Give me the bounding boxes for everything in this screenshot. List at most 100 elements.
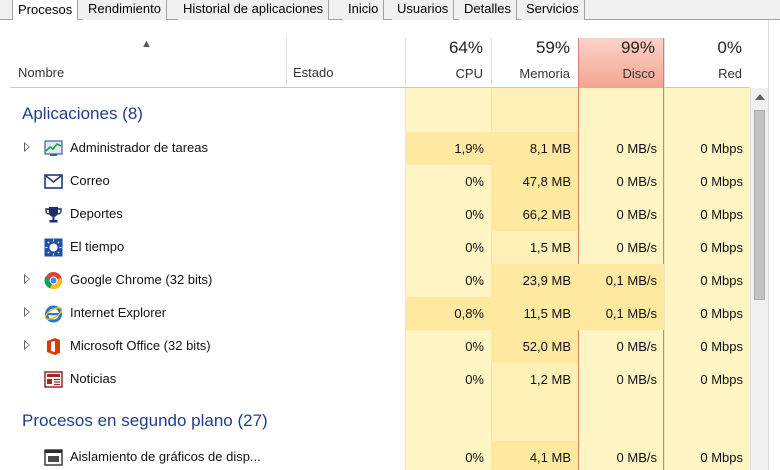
- cpu-column-label: CPU: [455, 66, 483, 81]
- process-name: Google Chrome (32 bits): [70, 272, 213, 287]
- column-header-disk[interactable]: 99% Disco: [578, 38, 664, 88]
- process-name: Deportes: [70, 206, 123, 221]
- cpu-value: 0%: [465, 273, 484, 288]
- tab-procesos[interactable]: Procesos: [12, 0, 79, 20]
- table-row[interactable]: Administrador de tareas 1,9% 8,1 MB 0 MB…: [10, 132, 750, 165]
- cpu-value: 1,9%: [405, 132, 491, 165]
- process-list: Aplicaciones (8) Administrador de tareas…: [10, 88, 750, 470]
- scrollbar-thumb[interactable]: [754, 110, 765, 300]
- status-column-label: Estado: [293, 65, 334, 80]
- network-value: 0 Mbps: [700, 141, 743, 156]
- table-row[interactable]: Correo 0% 47,8 MB 0 MB/s 0 Mbps: [10, 165, 750, 198]
- cpu-total-percent: 64%: [448, 38, 483, 57]
- column-header-status[interactable]: Estado: [287, 20, 405, 88]
- group-title: Procesos en segundo plano (27): [22, 411, 268, 430]
- memory-value: 66,2 MB: [491, 198, 578, 231]
- table-row[interactable]: Aislamiento de gráficos de disp... 0% 4,…: [10, 441, 750, 470]
- table-row[interactable]: El tiempo 0% 1,5 MB 0 MB/s 0 Mbps: [10, 231, 750, 264]
- cpu-value: 0%: [465, 450, 484, 465]
- tab-bar: Procesos Rendimiento Historial de aplica…: [0, 0, 780, 20]
- process-name: El tiempo: [70, 239, 125, 254]
- network-column-label: Red: [718, 66, 742, 81]
- scroll-up-arrow-icon[interactable]: [755, 94, 765, 100]
- memory-value: 1,5 MB: [529, 240, 571, 255]
- tab-historial-de-aplicaciones[interactable]: Historial de aplicaciones: [178, 0, 330, 20]
- tab-rendimiento[interactable]: Rendimiento: [83, 0, 167, 20]
- news-icon: [44, 371, 63, 388]
- memory-value: 8,1 MB: [491, 132, 578, 165]
- network-value: 0 Mbps: [700, 273, 743, 288]
- expand-arrow-icon[interactable]: [24, 340, 30, 350]
- process-name: Internet Explorer: [70, 305, 167, 320]
- network-value: 0 Mbps: [700, 339, 743, 354]
- group-header-background[interactable]: Procesos en segundo plano (27): [10, 406, 750, 438]
- process-name: Aislamiento de gráficos de disp...: [70, 449, 261, 464]
- memory-value: 1,2 MB: [529, 372, 571, 387]
- cpu-value: 0%: [465, 240, 484, 255]
- disk-column-label: Disco: [622, 66, 655, 81]
- expand-arrow-icon[interactable]: [24, 274, 30, 284]
- disk-value: 0,1 MB/s: [578, 297, 664, 330]
- group-header-apps[interactable]: Aplicaciones (8): [10, 99, 750, 129]
- expand-arrow-icon[interactable]: [24, 307, 30, 317]
- office-icon: [47, 338, 60, 355]
- internet-explorer-icon: [44, 305, 63, 323]
- tab-detalles[interactable]: Detalles: [459, 0, 517, 20]
- chrome-icon: [44, 272, 63, 290]
- trophy-icon: [45, 207, 62, 223]
- cpu-value: 0%: [465, 207, 484, 222]
- column-header-cpu[interactable]: 64% CPU: [406, 20, 491, 88]
- memory-value: 23,9 MB: [491, 264, 578, 297]
- disk-value: 0 MB/s: [616, 450, 657, 465]
- tab-servicios[interactable]: Servicios: [521, 0, 585, 20]
- column-header-name[interactable]: ▲ Nombre: [10, 20, 286, 88]
- window-edge: [768, 20, 780, 470]
- disk-value: 0 MB/s: [616, 207, 657, 222]
- process-name: Noticias: [70, 371, 117, 386]
- tab-usuarios[interactable]: Usuarios: [392, 0, 455, 20]
- disk-value: 0 MB/s: [616, 240, 657, 255]
- memory-column-label: Memoria: [519, 66, 570, 81]
- memory-value: 52,0 MB: [491, 330, 578, 363]
- mail-icon: [44, 174, 63, 189]
- group-title: Aplicaciones (8): [22, 104, 143, 123]
- table-row[interactable]: Google Chrome (32 bits) 0% 23,9 MB 0,1 M…: [10, 264, 750, 297]
- graphics-isolation-icon: [44, 449, 63, 466]
- memory-value: 47,8 MB: [491, 165, 578, 198]
- network-value: 0 Mbps: [700, 174, 743, 189]
- cpu-value: 0%: [465, 174, 484, 189]
- disk-value: 0,1 MB/s: [578, 264, 664, 297]
- table-row[interactable]: Microsoft Office (32 bits) 0% 52,0 MB 0 …: [10, 330, 750, 363]
- network-value: 0 Mbps: [700, 240, 743, 255]
- cpu-value: 0%: [465, 372, 484, 387]
- sort-ascending-icon: ▲: [141, 38, 152, 50]
- name-column-label: Nombre: [18, 65, 65, 80]
- table-row[interactable]: Deportes 0% 66,2 MB 0 MB/s 0 Mbps: [10, 198, 750, 231]
- disk-value: 0 MB/s: [616, 141, 657, 156]
- disk-value: 0 MB/s: [616, 174, 657, 189]
- process-name: Correo: [70, 173, 110, 188]
- memory-value: 4,1 MB: [491, 441, 578, 470]
- weather-sun-icon: [44, 238, 63, 257]
- table-row[interactable]: Noticias 0% 1,2 MB 0 MB/s 0 Mbps: [10, 363, 750, 396]
- process-name: Administrador de tareas: [70, 140, 209, 155]
- table-row[interactable]: Internet Explorer 0,8% 11,5 MB 0,1 MB/s …: [10, 297, 750, 330]
- disk-value: 0 MB/s: [616, 372, 657, 387]
- cpu-value: 0%: [465, 339, 484, 354]
- expand-arrow-icon[interactable]: [24, 142, 30, 152]
- memory-value: 11,5 MB: [491, 297, 578, 330]
- network-value: 0 Mbps: [700, 207, 743, 222]
- column-header-network[interactable]: 0% Red: [665, 20, 750, 88]
- memory-total-percent: 59%: [535, 38, 570, 57]
- cpu-value: 0,8%: [405, 297, 491, 330]
- network-total-percent: 0%: [717, 38, 742, 57]
- process-name: Microsoft Office (32 bits): [70, 338, 211, 353]
- tab-inicio[interactable]: Inicio: [343, 0, 385, 20]
- vertical-scrollbar[interactable]: [750, 88, 768, 470]
- disk-total-percent: 99%: [620, 38, 655, 57]
- network-value: 0 Mbps: [700, 372, 743, 387]
- column-header-memory[interactable]: 59% Memoria: [492, 20, 578, 88]
- column-header: ▲ Nombre Estado 64% CPU 59% Memoria 99% …: [10, 20, 750, 88]
- network-value: 0 Mbps: [700, 306, 743, 321]
- task-manager-icon: [44, 140, 63, 156]
